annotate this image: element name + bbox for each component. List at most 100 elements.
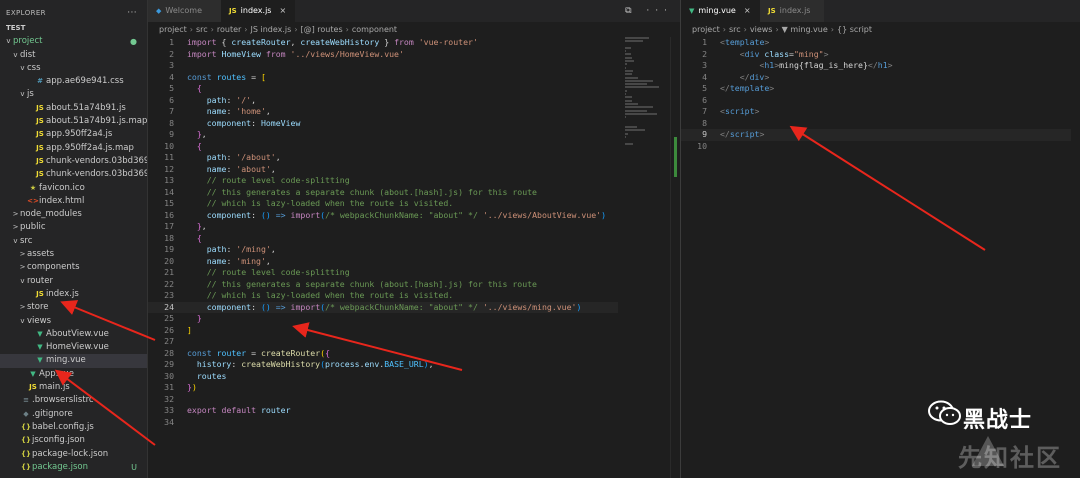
tree-item[interactable]: {}jsconfig.json	[0, 434, 147, 447]
tree-item[interactable]: > assets	[0, 248, 147, 261]
code-line[interactable]: 15 // which is lazy-loaded when the rout…	[148, 198, 618, 210]
code-line[interactable]: 8 component: HomeView	[148, 118, 618, 130]
code-line[interactable]: 7 <script>	[681, 106, 1071, 118]
minimap[interactable]	[625, 37, 665, 145]
tab-ming-vue[interactable]: ▼ ming.vue ×	[681, 0, 768, 22]
code-line[interactable]: 12 name: 'about',	[148, 164, 618, 176]
breadcrumb-item[interactable]: project	[159, 25, 187, 34]
tab-welcome[interactable]: ◆ Welcome	[148, 0, 229, 22]
breadcrumb-item[interactable]: project	[692, 25, 720, 34]
code-line[interactable]: 25 }	[148, 313, 618, 325]
tree-item[interactable]: ◆ .gitignore	[0, 408, 147, 421]
code-line[interactable]: 5 {	[148, 83, 618, 95]
tree-item[interactable]: > components	[0, 261, 147, 274]
breadcrumb-item[interactable]: {} script	[837, 25, 872, 34]
code-line[interactable]: 9 </script>	[681, 129, 1071, 141]
code-line[interactable]: 17 },	[148, 221, 618, 233]
editor-actions[interactable]: ⧉ ···	[625, 0, 673, 22]
tree-item[interactable]: > public	[0, 221, 147, 234]
tree-item[interactable]: > node_modules	[0, 208, 147, 221]
code-line[interactable]: 28 const router = createRouter({	[148, 348, 618, 360]
code-line[interactable]: 4 const routes = [	[148, 72, 618, 84]
code-editor[interactable]: 1 import { createRouter, createWebHistory…	[148, 37, 618, 428]
tree-item[interactable]: v js	[0, 88, 147, 101]
code-line[interactable]: 23 // which is lazy-loaded when the rout…	[148, 290, 618, 302]
code-line[interactable]: 18 {	[148, 233, 618, 245]
code-line[interactable]: 20 name: 'ming',	[148, 256, 618, 268]
code-line[interactable]: 1 <template>	[681, 37, 1071, 49]
tree-item[interactable]: JS app.950ff2a4.js.map	[0, 142, 147, 155]
breadcrumb-item[interactable]: component	[352, 25, 397, 34]
tree-item[interactable]: > store	[0, 301, 147, 314]
code-line[interactable]: 32	[148, 394, 618, 406]
tree-item[interactable]: JS main.js	[0, 381, 147, 394]
breadcrumb-item[interactable]: src	[196, 25, 208, 34]
breadcrumb-item[interactable]: router	[217, 25, 241, 34]
tree-item[interactable]: <>index.html	[0, 195, 147, 208]
code-line[interactable]: 3	[148, 60, 618, 72]
tab-index-js[interactable]: JS index.js	[760, 0, 825, 22]
breadcrumb-item[interactable]: JS index.js	[251, 25, 292, 34]
breadcrumb-item[interactable]: views	[750, 25, 773, 34]
tree-item[interactable]: {}package-lock.json	[0, 448, 147, 461]
tree-item[interactable]: v dist	[0, 49, 147, 62]
tree-item[interactable]: JS about.51a74b91.js	[0, 102, 147, 115]
code-line[interactable]: 9 },	[148, 129, 618, 141]
tree-item[interactable]: ▼ HomeView.vue	[0, 341, 147, 354]
code-line[interactable]: 13 // route level code-splitting	[148, 175, 618, 187]
explorer-root[interactable]: TEST	[0, 22, 147, 35]
tree-item[interactable]: ▼ App.vue	[0, 368, 147, 381]
code-editor[interactable]: 1 <template> 2 <div class="ming"> 3 <h1>min…	[681, 37, 1071, 152]
breadcrumb-item[interactable]: ▼ ming.vue	[782, 25, 828, 34]
tree-item[interactable]: v project ●	[0, 35, 147, 48]
code-line[interactable]: 1 import { createRouter, createWebHistory…	[148, 37, 618, 49]
code-line[interactable]: 14 // this generates a separate chunk (a…	[148, 187, 618, 199]
code-token: ()	[260, 301, 271, 312]
code-line[interactable]: 24 component: () => import(/* webpackChu…	[148, 301, 618, 313]
tree-item[interactable]: v views	[0, 315, 147, 328]
close-icon[interactable]: ×	[279, 6, 286, 15]
code-line[interactable]: 33 export default router	[148, 405, 618, 417]
code-line[interactable]: 19 path: '/ming',	[148, 244, 618, 256]
code-line[interactable]: 10 {	[148, 141, 618, 153]
code-line[interactable]: 10	[681, 141, 1071, 153]
tree-item[interactable]: {}babel.config.js	[0, 421, 147, 434]
code-line[interactable]: 4 </div>	[681, 72, 1071, 84]
code-line[interactable]: 30 routes	[148, 371, 618, 383]
code-line[interactable]: 2 <div class="ming">	[681, 49, 1071, 61]
code-line[interactable]: 16 component: () => import(/* webpackChu…	[148, 210, 618, 222]
code-line[interactable]: 22 // this generates a separate chunk (a…	[148, 279, 618, 291]
code-line[interactable]: 6 path: '/',	[148, 95, 618, 107]
code-line[interactable]: 21 // route level code-splitting	[148, 267, 618, 279]
tree-item[interactable]: ★ favicon.ico	[0, 182, 147, 195]
tree-item[interactable]: JS app.950ff2a4.js	[0, 128, 147, 141]
tree-item[interactable]: JS about.51a74b91.js.map	[0, 115, 147, 128]
code-line[interactable]: 31})	[148, 382, 618, 394]
code-line[interactable]: 6	[681, 95, 1071, 107]
code-line[interactable]: 8	[681, 118, 1071, 130]
tree-item[interactable]: {}package.json U	[0, 461, 147, 474]
code-line[interactable]: 26]	[148, 325, 618, 337]
close-icon[interactable]: ×	[744, 6, 751, 15]
tree-item[interactable]: v src	[0, 235, 147, 248]
tree-item[interactable]: JS chunk-vendors.03bd369a.js	[0, 155, 164, 168]
code-line[interactable]: 29 history: createWebHistory(process.env…	[148, 359, 618, 371]
tree-item[interactable]: JS chunk-vendors.03bd369a.js.map	[0, 168, 185, 181]
code-line[interactable]: 2 import HomeView from '../views/HomeView…	[148, 49, 618, 61]
tree-item[interactable]: ▼ ming.vue	[0, 354, 147, 368]
tree-item[interactable]: # app.ae69e941.css	[0, 75, 147, 88]
tree-item[interactable]: v css	[0, 62, 147, 75]
code-line[interactable]: 7 name: 'home',	[148, 106, 618, 118]
tree-item[interactable]: JS index.js	[0, 288, 147, 301]
code-line[interactable]: 27	[148, 336, 618, 348]
code-line[interactable]: 3 <h1>ming{flag_is_here}</h1>	[681, 60, 1071, 72]
tab-index-js[interactable]: JS index.js ×	[221, 0, 296, 22]
tree-item[interactable]: ▼ AboutView.vue	[0, 328, 147, 341]
breadcrumb-item[interactable]: src	[729, 25, 741, 34]
tree-item[interactable]: ≡ .browserslistrc	[0, 394, 147, 407]
breadcrumb-item[interactable]: [@] routes	[301, 25, 343, 34]
code-line[interactable]: 11 path: '/about',	[148, 152, 618, 164]
tree-item[interactable]: v router	[0, 275, 147, 288]
code-line[interactable]: 5 </template>	[681, 83, 1071, 95]
code-line[interactable]: 34	[148, 417, 618, 429]
